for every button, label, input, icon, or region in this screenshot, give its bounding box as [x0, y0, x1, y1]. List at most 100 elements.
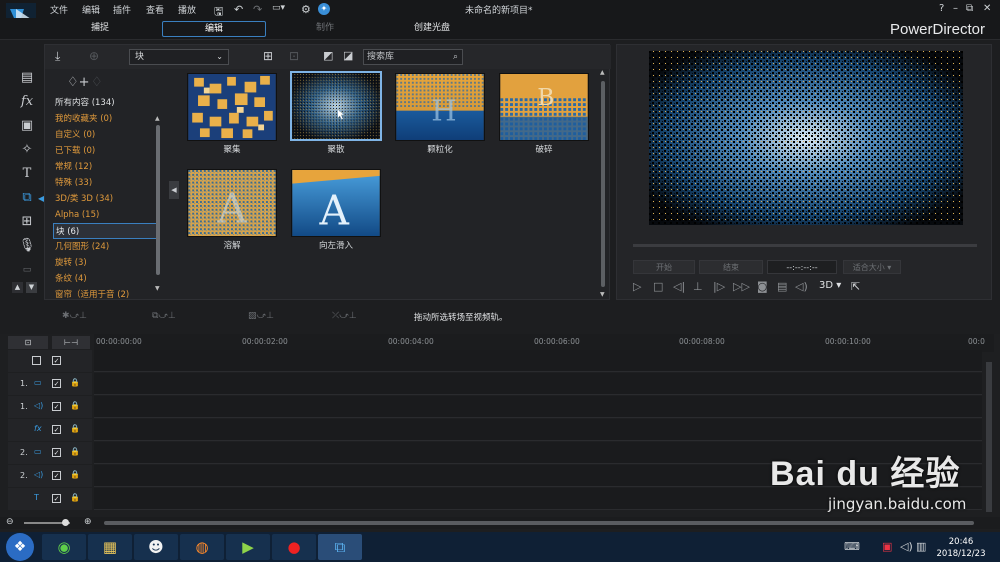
track-lane[interactable] [94, 419, 982, 441]
category-item[interactable]: 自定义 (0) [53, 127, 157, 143]
download-content-icon[interactable]: ⊕ [89, 49, 99, 63]
add-to-timeline-icon[interactable]: ⊞ [263, 49, 273, 63]
audio-mixing-room-icon[interactable]: ⊞ [18, 214, 36, 230]
transition-room-icon[interactable]: ⧉ [18, 190, 36, 206]
snapshot-frame-icon[interactable]: ⊥ [693, 280, 703, 293]
category-item[interactable]: 3D/类 3D (34) [53, 191, 157, 207]
update-badge-icon[interactable]: ✦ [318, 3, 330, 15]
tab-create-disc[interactable]: 创建光盘 [390, 21, 474, 37]
particle-room-icon[interactable]: ✧ [18, 142, 36, 158]
category-item[interactable]: Alpha (15) [53, 207, 157, 223]
category-item[interactable]: 我的收藏夹 (0) [53, 111, 157, 127]
start-button[interactable]: ❖ [6, 533, 34, 561]
category-dropdown[interactable]: 块 ⌄ [129, 49, 229, 65]
voiceover-room-icon[interactable]: 🎙 [18, 238, 36, 254]
category-item[interactable]: 所有内容 (134) [53, 95, 157, 111]
thumbnail-scatter[interactable] [290, 71, 382, 141]
scroll-down-icon[interactable]: ▼ [26, 282, 37, 293]
grid-scroll-thumb[interactable] [601, 81, 605, 287]
category-item[interactable]: 已下载 (0) [53, 143, 157, 159]
track-enable-checkbox[interactable]: ✓ [52, 402, 61, 411]
track-manager-icon[interactable]: ⊡ [8, 336, 48, 349]
restore-button[interactable]: ⧉ [966, 3, 973, 14]
aspect-ratio-icon[interactable]: ▭▾ [272, 3, 285, 13]
category-item[interactable]: 特殊 (33) [53, 175, 157, 191]
volume-icon[interactable]: ◁) [795, 280, 808, 293]
track-enable-checkbox[interactable]: ✓ [52, 356, 61, 365]
redo-icon[interactable]: ↷ [253, 3, 262, 16]
track-lock-icon[interactable]: 🔒 [70, 470, 80, 479]
search-icon[interactable]: ⌕ [453, 50, 458, 64]
preview-seek-bar[interactable] [633, 244, 977, 247]
timeline-vertical-scrollbar[interactable] [986, 362, 992, 512]
track-lock-icon[interactable]: 🔒 [70, 447, 80, 456]
category-item[interactable]: 几何图形 (24) [53, 239, 157, 255]
tab-edit[interactable]: 编辑 [162, 21, 266, 37]
stop-icon[interactable]: □ [653, 280, 663, 293]
category-item[interactable]: 条纹 (4) [53, 271, 157, 287]
taskbar-explorer[interactable]: ▦ [88, 534, 132, 560]
subtitle-icon[interactable]: ▤ [777, 280, 787, 293]
taskbar-director-suite[interactable]: ▶ [226, 534, 270, 560]
track-lane[interactable] [94, 396, 982, 418]
mark-out-button[interactable]: 结束 [699, 260, 763, 274]
taskbar-firefox[interactable]: ◍ [180, 534, 224, 560]
next-frame-icon[interactable]: |▷ [713, 280, 725, 293]
scroll-up-arrow-icon[interactable]: ▲ [155, 115, 160, 122]
category-scroll-thumb[interactable] [156, 125, 160, 275]
thumbnail-dissolve[interactable]: A [187, 169, 277, 237]
track-lock-icon[interactable]: 🔒 [70, 493, 80, 502]
3d-mode-button[interactable]: 3D ▾ [819, 280, 841, 291]
close-button[interactable]: ✕ [983, 3, 991, 14]
minimize-button[interactable]: – [953, 3, 958, 14]
tab-capture[interactable]: 捕捉 [60, 21, 140, 37]
zoom-out-icon[interactable]: ⊖ [6, 517, 14, 527]
grid-scroll-down-icon[interactable]: ▼ [600, 291, 605, 298]
thumbnail-size-icon[interactable]: ◩ [323, 49, 333, 62]
media-room-icon[interactable]: ▤ [18, 70, 36, 86]
add-tag-icon[interactable]: ♢+ [67, 75, 90, 90]
all-tracks-checkbox[interactable] [32, 356, 41, 365]
thumbnail-gather[interactable] [187, 73, 277, 141]
menu-file[interactable]: 文件 [50, 3, 68, 16]
postfix-transition-icon[interactable]: ⤫⤻⊥ [332, 311, 357, 321]
track-lane[interactable] [94, 373, 982, 395]
security-tray-icon[interactable]: ▣ [882, 540, 892, 553]
undock-preview-icon[interactable]: ⇱ [851, 280, 860, 293]
settings-gear-icon[interactable]: ⚙ [301, 3, 311, 16]
track-enable-checkbox[interactable]: ✓ [52, 494, 61, 503]
track-lock-icon[interactable]: 🔒 [70, 424, 80, 433]
track-enable-checkbox[interactable]: ✓ [52, 425, 61, 434]
thumbnail-slide-left[interactable]: A [291, 169, 381, 237]
play-icon[interactable]: ▷ [633, 280, 641, 293]
category-scrollbar[interactable]: ▲ ▼ [155, 115, 161, 295]
menu-playback[interactable]: 播放 [178, 3, 196, 16]
grid-scroll-up-icon[interactable]: ▲ [600, 69, 605, 76]
category-item[interactable]: 块 (6) [53, 223, 157, 239]
crossfade-transition-icon[interactable]: ▨⤻⊥ [248, 311, 274, 321]
volume-tray-icon[interactable]: ◁) [900, 540, 913, 553]
keyboard-tray-icon[interactable]: ⌨ [844, 540, 860, 553]
category-item[interactable]: 窗帘（适用于音 (2) [53, 287, 157, 301]
network-tray-icon[interactable]: ▥ [916, 540, 926, 553]
taskbar-recorder[interactable]: ● [272, 534, 316, 560]
track-enable-checkbox[interactable]: ✓ [52, 471, 61, 480]
fit-size-dropdown[interactable]: 适合大小 ▾ [843, 260, 901, 274]
fit-timeline-icon[interactable]: ⊢⊣ [52, 336, 90, 349]
system-clock[interactable]: 20:46 2018/12/23 [928, 536, 994, 560]
transition-tool-icon[interactable]: ✱⤻⊥ [62, 311, 87, 321]
fit-view-icon[interactable]: ◪ [343, 49, 353, 62]
track-lock-icon[interactable]: 🔒 [70, 378, 80, 387]
category-item[interactable]: 常规 (12) [53, 159, 157, 175]
timeline-horizontal-scrollbar[interactable] [104, 521, 974, 525]
thumbnail-shatter[interactable]: B [499, 73, 589, 141]
track-enable-checkbox[interactable]: ✓ [52, 379, 61, 388]
taskbar-qq[interactable]: ☻ [134, 534, 178, 560]
library-grid-scrollbar[interactable]: ▲ ▼ [598, 69, 608, 299]
import-icon[interactable]: ⤓ [55, 49, 60, 64]
timecode-display[interactable]: --:--:--:-- [767, 260, 837, 274]
menu-plugins[interactable]: 插件 [113, 3, 131, 16]
library-search-input[interactable]: 搜索库 ⌕ [363, 49, 463, 65]
effects-room-icon[interactable]: fx [18, 94, 36, 110]
menu-edit[interactable]: 编辑 [82, 3, 100, 16]
